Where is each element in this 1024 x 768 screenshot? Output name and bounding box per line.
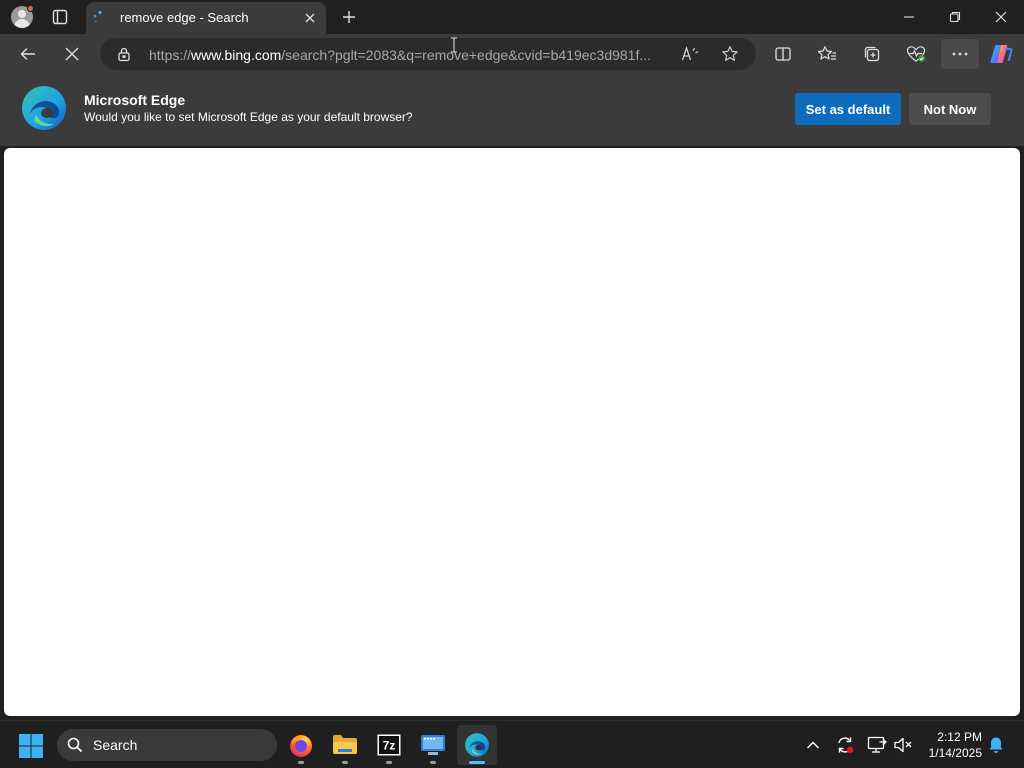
read-aloud-icon: [681, 46, 699, 61]
browser-toolbar: https://www.bing.com/search?pglt=2083&q=…: [0, 34, 1024, 74]
favorites-icon: [817, 46, 836, 60]
volume-tray[interactable]: [893, 735, 913, 755]
close-icon: [995, 11, 1007, 23]
copilot-icon: [990, 45, 1013, 63]
default-browser-infobar: Microsoft Edge Would you like to set Mic…: [0, 74, 1024, 146]
tab-title: remove edge - Search: [120, 10, 249, 25]
taskbar-clock[interactable]: 2:12 PM 1/14/2025: [918, 729, 982, 761]
copilot-button[interactable]: [986, 39, 1016, 69]
clock-date: 1/14/2025: [928, 746, 982, 760]
show-hidden-icons-button[interactable]: [803, 735, 823, 755]
monitor-keyboard-icon: [421, 735, 445, 755]
tab-actions-button[interactable]: [46, 4, 74, 30]
settings-and-more-button[interactable]: [941, 39, 979, 69]
edge-icon: [465, 733, 489, 757]
minimize-button[interactable]: [886, 0, 932, 34]
bell-icon: [989, 737, 1003, 753]
sync-status-tray[interactable]: [835, 735, 855, 755]
close-window-button[interactable]: [978, 0, 1024, 34]
collections-button[interactable]: [857, 39, 887, 69]
notification-center-button[interactable]: [986, 735, 1006, 755]
read-aloud-button[interactable]: [680, 44, 700, 64]
running-indicator: [298, 761, 304, 764]
plus-icon: [343, 11, 355, 23]
minimize-icon: [904, 16, 914, 18]
network-icon: [867, 736, 887, 753]
taskbar-file-explorer[interactable]: [325, 725, 365, 765]
set-as-default-button[interactable]: Set as default: [795, 93, 901, 125]
stop-loading-button[interactable]: [57, 39, 87, 69]
split-screen-button[interactable]: [768, 39, 798, 69]
collections-icon: [864, 46, 880, 62]
chevron-up-icon: [807, 741, 819, 749]
7zip-icon: 7z: [377, 734, 401, 756]
close-icon: [65, 47, 79, 61]
loading-spinner-icon: [93, 10, 102, 23]
running-indicator: [430, 761, 436, 764]
windows-start-icon[interactable]: [18, 733, 44, 759]
taskbar-search-label: Search: [93, 737, 138, 753]
firefox-icon: [290, 735, 312, 757]
taskbar-firefox[interactable]: [281, 725, 321, 765]
heart-pulse-icon: [906, 46, 926, 62]
back-button[interactable]: [13, 39, 43, 69]
back-arrow-icon: [20, 48, 35, 60]
favorites-button[interactable]: [812, 39, 842, 69]
favorite-star-button[interactable]: [720, 44, 740, 64]
restore-icon: [949, 11, 961, 23]
text-cursor-icon: [451, 37, 457, 53]
active-tab[interactable]: remove edge - Search: [86, 2, 326, 34]
vertical-tabs-icon: [52, 9, 68, 25]
running-indicator: [386, 761, 392, 764]
infobar-message: Would you like to set Microsoft Edge as …: [84, 110, 413, 124]
infobar-title: Microsoft Edge: [84, 92, 186, 108]
browser-essentials-button[interactable]: [901, 39, 931, 69]
taskbar: Search 7z 2:12 PM 1/14/2025: [0, 720, 1024, 768]
lock-icon[interactable]: [116, 46, 132, 62]
restore-button[interactable]: [932, 0, 978, 34]
running-indicator: [342, 761, 348, 764]
new-tab-button[interactable]: [336, 4, 362, 30]
search-icon: [67, 737, 83, 753]
clock-time: 2:12 PM: [937, 730, 982, 744]
star-icon: [722, 46, 738, 61]
url-scheme: https://: [149, 47, 192, 63]
page-content-area[interactable]: [4, 148, 1020, 716]
tab-close-button[interactable]: [302, 10, 318, 26]
network-tray[interactable]: [867, 735, 887, 755]
profile-notification-dot: [27, 5, 34, 12]
taskbar-7zip[interactable]: 7z: [369, 725, 409, 765]
taskbar-edge[interactable]: [457, 725, 497, 765]
edge-logo-icon: [22, 86, 66, 130]
svg-text:7z: 7z: [383, 739, 396, 753]
split-screen-icon: [775, 47, 791, 61]
url-text[interactable]: https://www.bing.com/search?pglt=2083&q=…: [149, 47, 669, 63]
taskbar-remote-app[interactable]: [413, 725, 453, 765]
sync-alert-icon: [838, 737, 854, 754]
speaker-muted-icon: [894, 737, 912, 753]
taskbar-search-box[interactable]: Search: [57, 729, 277, 761]
folder-icon: [333, 735, 357, 754]
more-dots-icon: [952, 52, 968, 56]
url-host: www.bing.com: [191, 47, 282, 63]
not-now-button[interactable]: Not Now: [909, 93, 991, 125]
url-path: /search?pglt=2083&q=remove+edge&cvid=b41…: [281, 47, 652, 63]
address-bar[interactable]: https://www.bing.com/search?pglt=2083&q=…: [100, 38, 756, 70]
close-icon: [305, 13, 315, 23]
active-indicator: [469, 761, 485, 764]
tab-strip: remove edge - Search: [0, 0, 1024, 34]
